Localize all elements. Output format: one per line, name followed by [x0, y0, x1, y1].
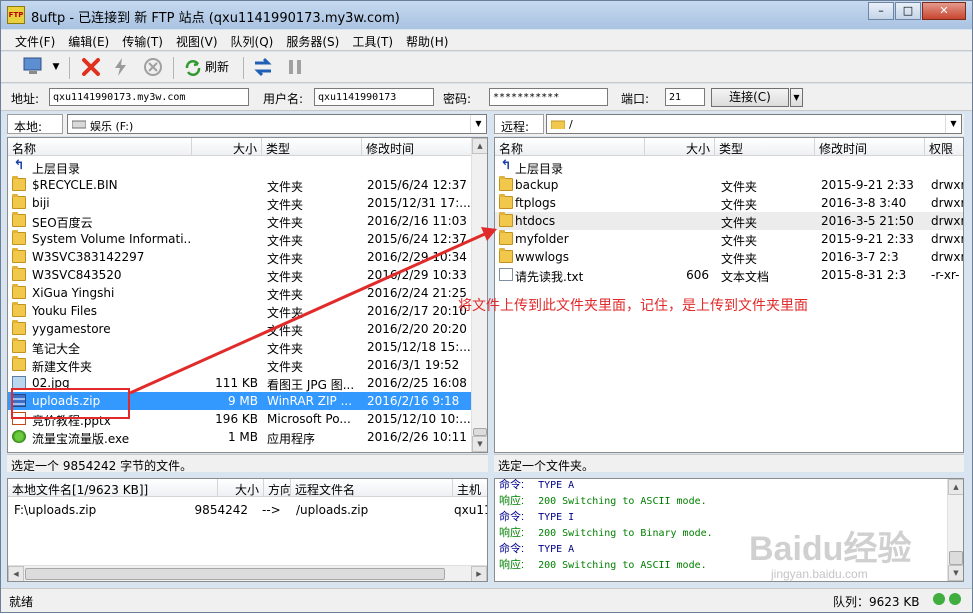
app-window: FTP 8uftp - 已连接到 新 FTP 站点 (qxu1141990173… [0, 0, 973, 613]
watermark-url: jingyan.baidu.com [771, 567, 868, 581]
watermark-logo: Baidu经验 [749, 530, 912, 568]
annotation-text: 将文件上传到此文件夹里面，记住，是上传到文件夹里面 [458, 298, 808, 314]
